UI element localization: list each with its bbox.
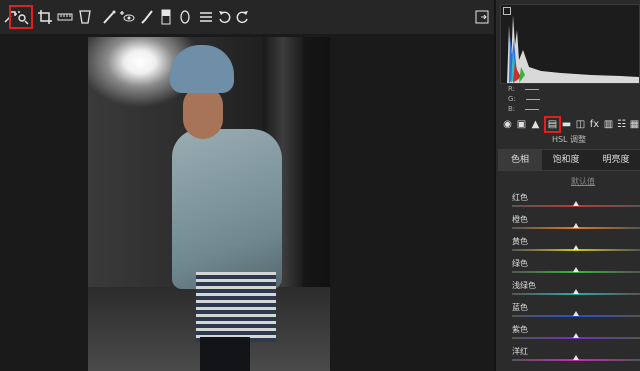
tab-saturation[interactable]: 饱和度: [544, 150, 588, 170]
image-canvas[interactable]: [0, 34, 494, 371]
rotate-left-icon[interactable]: [217, 9, 233, 25]
rotate-right-icon[interactable]: [234, 9, 250, 25]
toolbar: [0, 0, 497, 34]
slider-thumb[interactable]: [573, 267, 579, 272]
g-value-dash: [525, 98, 540, 100]
slider-thumb[interactable]: [573, 201, 579, 206]
slider-thumb[interactable]: [573, 223, 579, 228]
tab-luminance[interactable]: 明亮度: [592, 150, 640, 170]
panel-tabs: ◉ ▣ ▲ ▤ ▬ ◫ fx ▥ ☷ ▦: [496, 116, 640, 134]
slider-label: 紫色: [512, 325, 528, 334]
effects-icon[interactable]: fx: [589, 119, 600, 130]
panel-title: HSL 调整: [551, 135, 587, 144]
slider-red[interactable]: 红色: [506, 192, 640, 214]
tone-curve-icon[interactable]: ▣: [516, 119, 527, 130]
basic-panel-icon[interactable]: ◉: [502, 119, 513, 130]
photo-headwrap: [170, 45, 234, 93]
slider-label: 绿色: [512, 259, 528, 268]
histogram: [500, 4, 640, 84]
hsl-tab-bar: 色相 饱和度 明亮度: [498, 149, 640, 171]
slider-yellow[interactable]: 黄色: [506, 236, 640, 258]
photo-preview[interactable]: [88, 37, 330, 371]
slider-aqua[interactable]: 浅绿色: [506, 280, 640, 302]
snapshots-icon[interactable]: ▦: [629, 119, 640, 130]
default-link[interactable]: 默认值: [496, 176, 640, 187]
transform-icon[interactable]: [77, 9, 93, 25]
slider-label: 蓝色: [512, 303, 528, 312]
detail-icon[interactable]: ▲: [530, 119, 541, 130]
develop-panel: R: G: B: ◉ ▣ ▲ ▤ ▬ ◫ fx ▥ ☷ ▦ HSL 调整 色相 …: [494, 0, 640, 371]
preferences-icon[interactable]: [198, 9, 214, 25]
fullscreen-icon[interactable]: [474, 9, 490, 25]
photo-jacket: [172, 129, 282, 289]
straighten-icon[interactable]: [57, 9, 73, 25]
graduated-filter-icon[interactable]: [158, 9, 174, 25]
photo-face: [183, 87, 223, 139]
slider-orange[interactable]: 橙色: [506, 214, 640, 236]
photo-legs: [200, 337, 250, 371]
slider-thumb[interactable]: [573, 355, 579, 360]
hsl-icon[interactable]: ▤: [544, 116, 561, 133]
crop-icon[interactable]: [37, 9, 53, 25]
tab-hue[interactable]: 色相: [498, 150, 542, 170]
b-value-dash: [525, 108, 540, 110]
r-value-dash: [525, 88, 540, 90]
slider-thumb[interactable]: [573, 333, 579, 338]
presets-icon[interactable]: ☷: [616, 119, 627, 130]
slider-purple[interactable]: 紫色: [506, 324, 640, 346]
slider-thumb[interactable]: [573, 289, 579, 294]
photo-plaid-shirt: [196, 272, 276, 342]
slider-label: 红色: [512, 193, 528, 202]
slider-green[interactable]: 绿色: [506, 258, 640, 280]
slider-label: 橙色: [512, 215, 528, 224]
b-label: B:: [508, 105, 516, 113]
slider-thumb[interactable]: [573, 245, 579, 250]
slider-magenta[interactable]: 洋红: [506, 346, 640, 368]
adjustment-brush-icon[interactable]: [139, 9, 155, 25]
histogram-graph: [507, 15, 639, 83]
rgb-readout: R: G: B:: [508, 84, 540, 114]
r-label: R:: [508, 85, 516, 93]
split-toning-icon[interactable]: ▬: [561, 119, 572, 130]
targeted-adjustment-icon[interactable]: [9, 5, 33, 29]
slider-label: 黄色: [512, 237, 528, 246]
slider-blue[interactable]: 蓝色: [506, 302, 640, 324]
radial-filter-icon[interactable]: [177, 9, 193, 25]
g-label: G:: [508, 95, 516, 103]
slider-label: 浅绿色: [512, 281, 536, 290]
red-eye-icon[interactable]: [119, 9, 135, 25]
spot-removal-icon[interactable]: [101, 9, 117, 25]
slider-label: 洋红: [512, 347, 528, 356]
shadow-clipping-toggle[interactable]: [503, 7, 511, 15]
slider-thumb[interactable]: [573, 311, 579, 316]
lens-corrections-icon[interactable]: ◫: [575, 119, 586, 130]
camera-calibration-icon[interactable]: ▥: [603, 119, 614, 130]
